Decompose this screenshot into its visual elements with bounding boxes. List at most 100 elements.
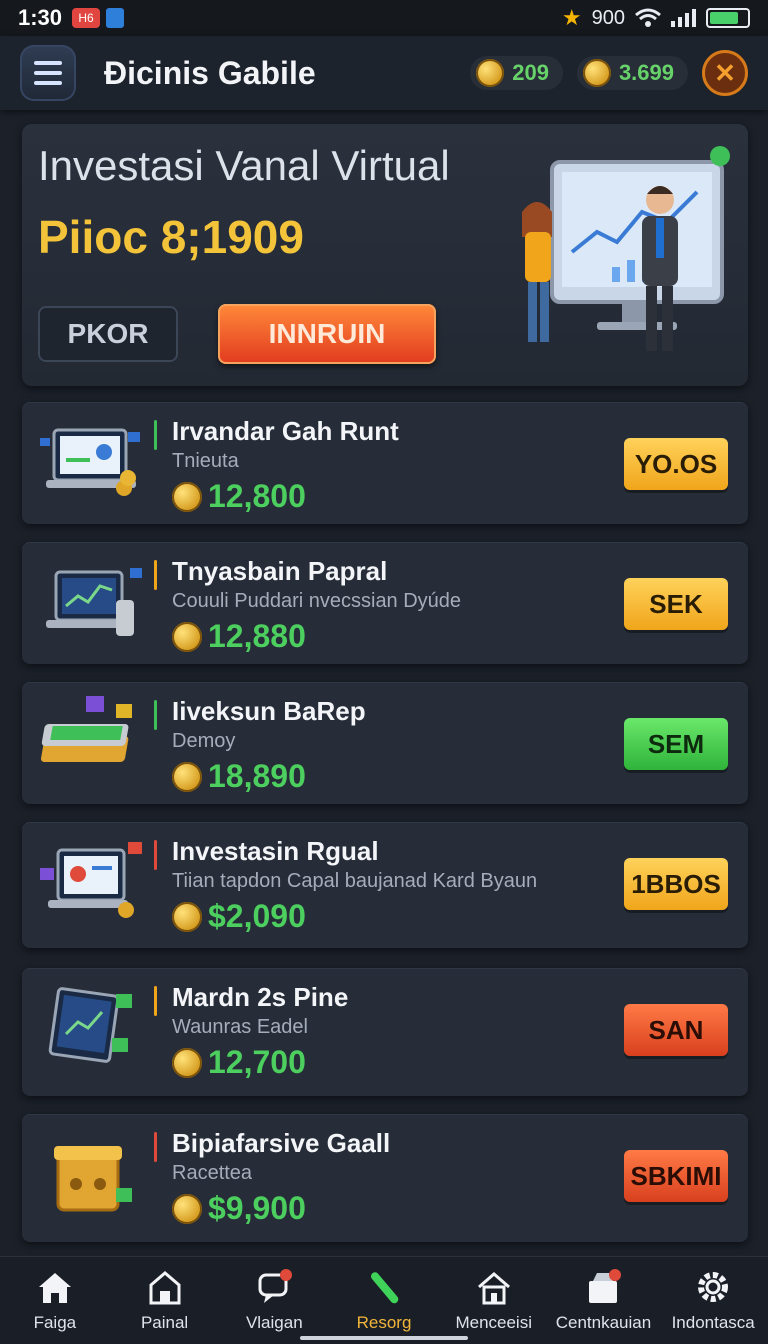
card-amount-value: 18,890: [208, 758, 306, 794]
coin-icon: [172, 901, 202, 932]
home-indicator: [300, 1336, 468, 1340]
coin-icon: [172, 621, 202, 652]
card-amount: $2,090: [172, 898, 306, 935]
hero-title: Investasi Vanal Virtual: [38, 142, 450, 189]
wifi-icon: [635, 8, 661, 27]
card-action-button[interactable]: SAN: [624, 1004, 728, 1056]
card-subtitle: Tiian tapdon Capal baujanad Kard Byaun: [172, 870, 538, 892]
coin-icon: [476, 59, 505, 87]
coin-icon: [172, 761, 202, 792]
star-icon: ★: [561, 5, 582, 30]
card-title: Tnyasbain Papral: [172, 556, 388, 586]
card-action-button[interactable]: SEK: [624, 578, 728, 630]
coin-balance-value: 3.699: [618, 60, 674, 85]
card-title: Iiveksun BaRep: [172, 696, 366, 726]
hero-primary-button[interactable]: INNRUIN: [218, 304, 436, 364]
nav-item[interactable]: Vlaigan: [219, 1257, 329, 1344]
card-amount-value: 12,800: [208, 478, 306, 514]
nav-item[interactable]: Centnkauian: [549, 1257, 659, 1344]
investment-card-illustration: [36, 1128, 146, 1224]
nav-label: Indontasca: [671, 1313, 755, 1332]
battery-icon: [706, 8, 750, 28]
nav-item[interactable]: Resorg: [329, 1257, 439, 1344]
investment-card[interactable]: Bipiafarsive Gaall Racettea $9,900 SBKIMI: [22, 1114, 748, 1242]
card-title: Investasin Rgual: [172, 836, 379, 866]
coin-icon: [582, 59, 611, 87]
card-amount: 12,800: [172, 478, 306, 515]
app-header: Đicinis Gabile 209 3.699 ✕: [0, 36, 768, 110]
card-amount: 12,880: [172, 618, 306, 655]
card-action-button[interactable]: SEM: [624, 718, 728, 770]
card-accent-bar: [154, 986, 157, 1016]
nav-item[interactable]: Faiga: [0, 1257, 110, 1344]
status-indicators: ★ 900: [562, 5, 750, 31]
card-title: Bipiafarsive Gaall: [172, 1128, 391, 1158]
investment-card[interactable]: Tnyasbain Papral Couuli Puddari nvecssian…: [22, 542, 748, 664]
card-action-button[interactable]: YO.OS: [624, 438, 728, 490]
card-subtitle: Waunras Eadel: [172, 1016, 308, 1038]
bottom-navigation: Faiga Painal Vlaigan Resorg Menceeisi Centnka…: [0, 1256, 768, 1344]
nav-label: Menceeisi: [455, 1313, 532, 1332]
coin-balance-pill[interactable]: 209: [470, 56, 563, 90]
app-notification-icon: [106, 8, 125, 28]
card-accent-bar: [154, 420, 157, 450]
card-amount: 18,890: [172, 758, 306, 795]
card-accent-bar: [154, 560, 157, 590]
card-amount-value: 12,700: [208, 1044, 306, 1080]
store-icon: [583, 1267, 623, 1307]
investment-card[interactable]: Investasin Rgual Tiian tapdon Capal bauja…: [22, 822, 748, 948]
investment-card-illustration: [36, 836, 146, 932]
pen-icon: [364, 1267, 404, 1307]
card-action-button[interactable]: SBKIMI: [624, 1150, 728, 1202]
card-subtitle: Demoy: [172, 730, 236, 752]
card-accent-bar: [154, 840, 157, 870]
hero-price: Piioc 8;1909: [38, 211, 304, 263]
investment-card-illustration: [36, 416, 146, 512]
card-amount-value: $9,900: [208, 1190, 306, 1226]
status-time: 1:30: [18, 5, 63, 30]
card-amount-value: $2,090: [208, 898, 306, 934]
card-accent-bar: [154, 700, 157, 730]
cell-signal-icon: [671, 9, 696, 27]
card-accent-bar: [154, 1132, 157, 1162]
nav-label: Resorg: [356, 1313, 412, 1332]
nav-item[interactable]: Menceeisi: [439, 1257, 549, 1344]
coin-balance-value: 209: [512, 60, 549, 85]
card-subtitle: Tnieuta: [172, 450, 239, 472]
investment-card-illustration: [36, 556, 146, 652]
investment-card-illustration: [36, 982, 146, 1078]
nav-label: Centnkauian: [555, 1313, 652, 1332]
card-subtitle: Racettea: [172, 1162, 253, 1184]
status-signal-text: 900: [591, 6, 625, 29]
nav-item[interactable]: Painal: [110, 1257, 220, 1344]
close-button[interactable]: ✕: [702, 50, 748, 96]
coin-icon: [172, 1193, 202, 1224]
investment-card[interactable]: Mardn 2s Pine Waunras Eadel 12,700 SAN: [22, 968, 748, 1096]
nav-label: Vlaigan: [245, 1313, 303, 1332]
coin-icon: [172, 1047, 202, 1078]
card-amount: 12,700: [172, 1044, 306, 1081]
card-amount: $9,900: [172, 1190, 306, 1227]
investment-card[interactable]: Iiveksun BaRep Demoy 18,890 SEM: [22, 682, 748, 804]
investment-illustration: [522, 146, 730, 351]
nav-label: Painal: [140, 1313, 189, 1332]
card-subtitle: Couuli Puddari nvecssian Dyúde: [172, 590, 462, 612]
status-bar: 1:30 H6 ★ 900: [0, 0, 768, 36]
nav-label: Faiga: [33, 1313, 77, 1332]
card-action-button[interactable]: 1BBOS: [624, 858, 728, 910]
card-title: Irvandar Gah Runt: [172, 416, 399, 446]
card-amount-value: 12,880: [208, 618, 306, 654]
nav-item[interactable]: Indontasca: [658, 1257, 768, 1344]
coin-icon: [172, 481, 202, 512]
building-icon: [145, 1267, 185, 1307]
app-title: Đicinis Gabile: [104, 54, 316, 91]
home-icon: [35, 1267, 75, 1307]
investment-card[interactable]: Irvandar Gah Runt Tnieuta 12,800 YO.OS: [22, 402, 748, 524]
coin-balances: 209 3.699 ✕: [470, 50, 748, 96]
menu-button[interactable]: [20, 45, 76, 101]
investment-card-illustration: [36, 696, 146, 792]
gear-icon: [693, 1267, 733, 1307]
coin-balance-pill[interactable]: 3.699: [576, 56, 688, 90]
card-title: Mardn 2s Pine: [172, 982, 349, 1012]
hero-secondary-button[interactable]: PKOR: [38, 306, 178, 362]
